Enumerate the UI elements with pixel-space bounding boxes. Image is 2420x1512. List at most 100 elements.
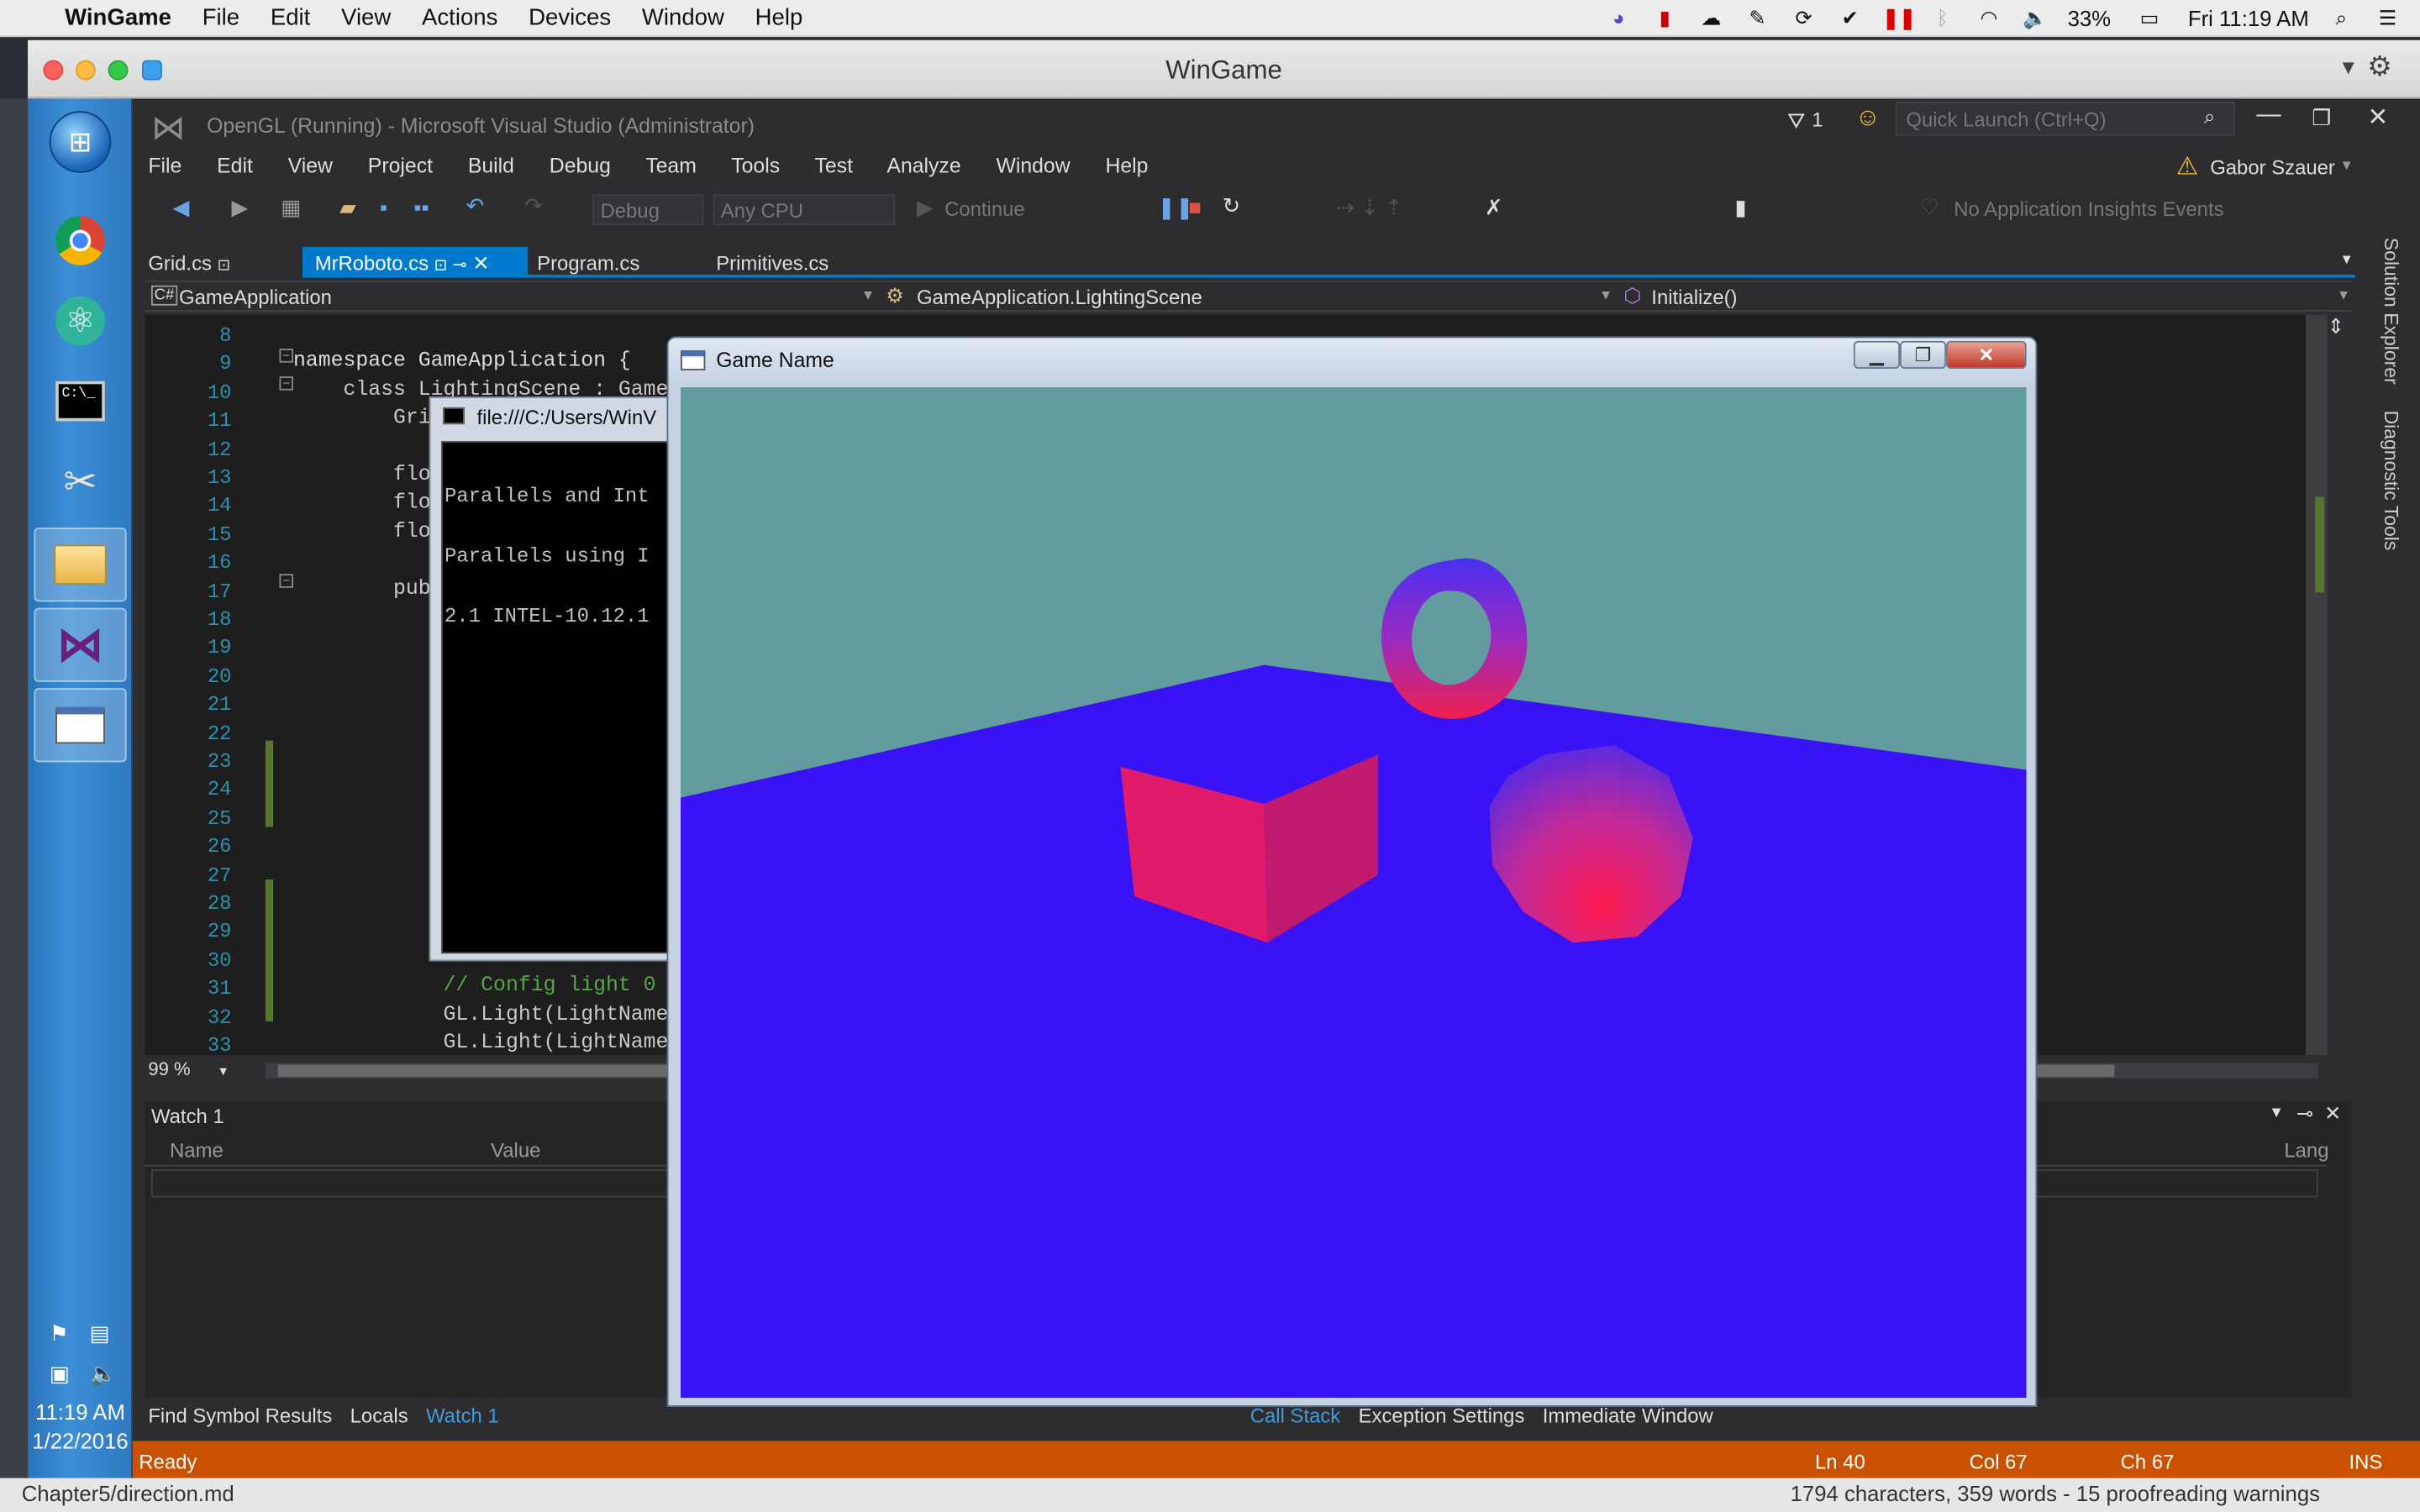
menu-file[interactable]: File bbox=[148, 155, 182, 178]
battery-icon[interactable]: ▭ bbox=[2129, 6, 2170, 30]
game-window[interactable]: Game Name ▁ ❐ ✕ bbox=[666, 336, 2038, 1408]
watch-pin-icon[interactable]: ⊸ bbox=[2296, 1101, 2313, 1126]
app-menu[interactable]: WinGame bbox=[65, 5, 171, 31]
breakpoints-icon[interactable]: ✗ bbox=[1485, 194, 1503, 220]
volume-icon[interactable]: 🔈 bbox=[2021, 6, 2049, 30]
redo-icon[interactable]: ↷ bbox=[524, 193, 543, 219]
tab-grid[interactable]: Grid.cs ⊡ bbox=[148, 247, 302, 278]
cloud-icon[interactable]: ☁ bbox=[1697, 6, 1725, 30]
outline-toggle[interactable]: − bbox=[279, 376, 293, 391]
nav-project[interactable]: GameApplication bbox=[179, 286, 332, 309]
explorer-taskbar-button[interactable] bbox=[34, 528, 127, 602]
chevron-down-icon[interactable]: ▼ bbox=[2338, 55, 2359, 79]
opengl-viewport[interactable] bbox=[681, 387, 2027, 1399]
outline-toggle[interactable]: − bbox=[279, 574, 293, 588]
menu-test[interactable]: Test bbox=[814, 155, 852, 178]
tab-primitives[interactable]: Primitives.cs bbox=[716, 247, 886, 278]
config-dropdown[interactable]: Debug bbox=[592, 194, 704, 226]
bluetooth-icon[interactable]: ᛒ bbox=[1928, 6, 1956, 30]
atom-taskbar-button[interactable]: ⚛ bbox=[34, 284, 126, 358]
game-maximize-button[interactable]: ❐ bbox=[1900, 340, 1947, 369]
step-into-icon[interactable]: ⇢ ⇣ ⇡ bbox=[1337, 194, 1403, 220]
gear-icon[interactable]: ⚙ bbox=[2367, 51, 2392, 84]
user-chevron-icon[interactable]: ▼ bbox=[2339, 157, 2353, 172]
pie-icon[interactable]: ◕ bbox=[1605, 6, 1633, 30]
mac-menu-edit[interactable]: Edit bbox=[271, 5, 310, 31]
visual-studio-taskbar-button[interactable]: ⋈ bbox=[34, 607, 127, 682]
tab-locals[interactable]: Locals bbox=[350, 1404, 408, 1427]
tab-program[interactable]: Program.cs bbox=[537, 247, 692, 278]
game-close-button[interactable]: ✕ bbox=[1946, 340, 2027, 369]
close-tab-icon[interactable]: ✕ bbox=[472, 251, 489, 275]
open-folder-icon[interactable]: ▰ bbox=[339, 194, 356, 220]
pin-icon[interactable]: ⊡ bbox=[434, 258, 447, 275]
mac-menu-help[interactable]: Help bbox=[755, 5, 803, 31]
mac-menu-view[interactable]: View bbox=[341, 5, 391, 31]
mac-menu-actions[interactable]: Actions bbox=[422, 5, 497, 31]
wingame-titlebar[interactable]: WinGame ▼ ⚙ bbox=[28, 39, 2420, 99]
minimize-button[interactable]: — bbox=[2256, 102, 2281, 129]
platform-dropdown[interactable]: Any CPU bbox=[713, 194, 896, 226]
cmd-taskbar-button[interactable]: C:\_ bbox=[34, 364, 126, 438]
menu-project[interactable]: Project bbox=[368, 155, 433, 178]
menu-clock[interactable]: Fri 11:19 AM bbox=[2188, 6, 2309, 30]
menu-view[interactable]: View bbox=[288, 155, 333, 178]
menu-debug[interactable]: Debug bbox=[550, 155, 611, 178]
menu-help[interactable]: Help bbox=[1105, 155, 1148, 178]
speaker-icon[interactable]: 🔈 bbox=[90, 1361, 117, 1387]
menu-build[interactable]: Build bbox=[468, 155, 514, 178]
parallels-icon[interactable]: ❚❚ bbox=[1882, 6, 1916, 30]
notification-count[interactable]: 1 bbox=[1812, 108, 1823, 132]
tab-exception-settings[interactable]: Exception Settings bbox=[1359, 1404, 1525, 1427]
insights-status[interactable]: No Application Insights Events bbox=[1954, 197, 2223, 221]
nav-project-chevron-icon[interactable]: ▼ bbox=[861, 287, 875, 302]
tab-mrroboto[interactable]: MrRoboto.cs ⊡ ⊸ ✕ bbox=[302, 246, 529, 278]
notification-flag-icon[interactable]: ⛛ bbox=[1787, 108, 1806, 134]
pin-icon[interactable]: ⊡ bbox=[218, 258, 230, 275]
insights-icon[interactable]: ♡ bbox=[1920, 194, 1939, 220]
tab-watch-1[interactable]: Watch 1 bbox=[426, 1404, 499, 1427]
maximize-button[interactable]: ❐ bbox=[2312, 105, 2331, 131]
watch-col-name[interactable]: Name bbox=[170, 1139, 224, 1163]
close-button[interactable]: ✕ bbox=[2368, 102, 2389, 133]
game-window-taskbar-button[interactable] bbox=[34, 688, 127, 763]
console-window[interactable]: file:///C:/Users/WinV Parallels and Int … bbox=[429, 396, 692, 962]
save-icon[interactable]: ▪ bbox=[380, 194, 387, 218]
menu-team[interactable]: Team bbox=[645, 155, 697, 178]
watch-options-icon[interactable]: ▼ bbox=[2269, 1105, 2284, 1121]
feedback-smiley-icon[interactable]: ☺ bbox=[1855, 105, 1881, 133]
mac-menu-file[interactable]: File bbox=[203, 5, 239, 31]
watch-col-value[interactable]: Value bbox=[491, 1139, 540, 1163]
diagnostic-tools-tab[interactable]: Diagnostic Tools bbox=[2359, 411, 2402, 562]
restart-icon[interactable]: ↻ bbox=[1223, 193, 1241, 219]
continue-play-icon[interactable]: ▶ bbox=[917, 194, 934, 220]
snipping-taskbar-button[interactable]: ✂ bbox=[34, 444, 126, 518]
nav-type-chevron-icon[interactable]: ▼ bbox=[1599, 287, 1612, 302]
mac-menu-window[interactable]: Window bbox=[642, 5, 724, 31]
notification-center-icon[interactable]: ☰ bbox=[2374, 6, 2402, 30]
wifi-icon[interactable]: ◠ bbox=[1975, 6, 2002, 30]
safely-remove-icon[interactable]: ▤ bbox=[90, 1320, 110, 1347]
game-minimize-button[interactable]: ▁ bbox=[1853, 340, 1901, 369]
editor-split-icon[interactable]: ⇕ bbox=[2328, 315, 2344, 339]
back-icon[interactable]: ◀ bbox=[173, 194, 190, 220]
tab-immediate-window[interactable]: Immediate Window bbox=[1543, 1404, 1713, 1427]
action-center-icon[interactable]: ⚑ bbox=[50, 1320, 69, 1347]
new-project-icon[interactable]: ▦ bbox=[281, 194, 301, 220]
tab-pin-icon[interactable]: ⊸ bbox=[453, 256, 467, 275]
watch-close-icon[interactable]: ✕ bbox=[2324, 1101, 2341, 1126]
chrome-taskbar-button[interactable] bbox=[34, 203, 126, 277]
nav-member-chevron-icon[interactable]: ▼ bbox=[2337, 287, 2350, 302]
tab-call-stack[interactable]: Call Stack bbox=[1250, 1404, 1341, 1427]
forward-icon[interactable]: ▶ bbox=[232, 194, 249, 220]
zoom-dropdown[interactable]: 99 % ▼ bbox=[148, 1058, 244, 1083]
tab-find-symbol[interactable]: Find Symbol Results bbox=[148, 1404, 332, 1427]
bookmark-icon[interactable]: ▮ bbox=[1734, 194, 1746, 220]
continue-button[interactable]: Continue bbox=[944, 197, 1025, 221]
signature-icon[interactable]: ✎ bbox=[1744, 6, 1771, 30]
watch-col-lang[interactable]: Lang bbox=[2284, 1139, 2328, 1163]
nav-member[interactable]: Initialize() bbox=[1651, 286, 1737, 309]
outline-toggle[interactable]: − bbox=[279, 349, 293, 363]
menu-tools[interactable]: Tools bbox=[731, 155, 780, 178]
thermometer-icon[interactable]: ▮ bbox=[1651, 6, 1679, 30]
